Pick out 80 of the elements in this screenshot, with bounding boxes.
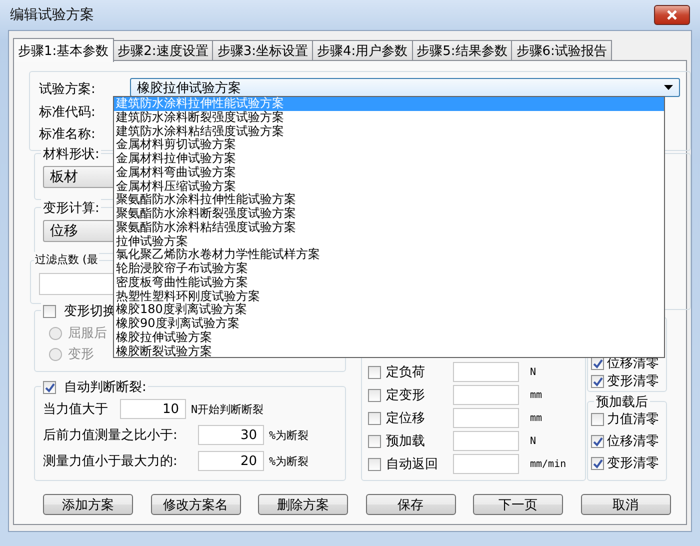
- field-label: 标准名称:: [39, 126, 96, 143]
- action-button[interactable]: 添加方案: [43, 494, 133, 515]
- option-label: 屈服后: [68, 325, 107, 342]
- action-button[interactable]: 修改方案名: [150, 494, 240, 515]
- close-button[interactable]: [654, 5, 690, 25]
- close-icon: [666, 10, 678, 20]
- unit-label: N: [530, 366, 536, 378]
- checkbox[interactable]: [591, 412, 604, 426]
- checkbox[interactable]: [43, 380, 56, 394]
- tab[interactable]: 步骤4:用户参数: [312, 40, 413, 61]
- input-field[interactable]: 20: [198, 451, 264, 471]
- checkbox[interactable]: [368, 458, 381, 470]
- dropdown-item[interactable]: 橡胶90度剥离试验方案: [114, 317, 664, 331]
- option-label: 力值清零: [607, 411, 659, 428]
- group-title: 过滤点数 (最: [34, 252, 99, 267]
- checkbox[interactable]: [368, 388, 381, 402]
- input-field[interactable]: 30: [198, 425, 264, 445]
- option-label: 定变形: [386, 387, 426, 404]
- tab[interactable]: 步骤6:试验报告: [511, 40, 612, 61]
- option-label: 预加载: [386, 433, 426, 450]
- checkbox[interactable]: [591, 374, 604, 388]
- scheme-combobox[interactable]: 橡胶拉伸试验方案: [130, 78, 680, 97]
- checkbox[interactable]: [43, 304, 56, 318]
- dropdown-item[interactable]: 聚氨酯防水涂料拉伸性能试验方案: [114, 193, 664, 207]
- option-label: 变形: [68, 346, 94, 363]
- action-button[interactable]: 下一页: [473, 494, 563, 515]
- dropdown-item[interactable]: 轮胎浸胶帘子布试验方案: [114, 262, 664, 276]
- option-label: 变形清零: [607, 373, 659, 390]
- unit-label: mm: [530, 390, 542, 400]
- field-label: 测量力值小于最大力的:: [43, 453, 178, 470]
- option-label: 定负荷: [386, 364, 426, 381]
- checkbox[interactable]: [368, 412, 381, 424]
- field-label: 标准代码:: [39, 104, 96, 121]
- checkbox[interactable]: [368, 434, 381, 448]
- window-title: 编辑试验方案: [10, 6, 94, 24]
- field-label: 当力值大于: [43, 401, 109, 418]
- dropdown-item[interactable]: 密度板弯曲性能试验方案: [114, 276, 664, 290]
- tab[interactable]: 步骤2:速度设置: [112, 40, 214, 61]
- input-field[interactable]: [453, 385, 519, 405]
- dropdown-item[interactable]: 橡胶180度剥离试验方案: [114, 303, 664, 317]
- dropdown-item[interactable]: 氯化聚乙烯防水卷材力学性能试样方案: [114, 248, 664, 262]
- input-field[interactable]: [453, 408, 519, 428]
- checkbox[interactable]: [591, 434, 604, 448]
- tab[interactable]: 步骤3:坐标设置: [212, 40, 313, 61]
- dropdown-item[interactable]: 热塑性塑料环刚度试验方案: [114, 290, 664, 304]
- action-button[interactable]: 删除方案: [258, 494, 348, 515]
- checkbox[interactable]: [591, 456, 604, 470]
- checkbox[interactable]: [368, 366, 381, 378]
- dropdown-item[interactable]: 聚氨酯防水涂料断裂强度试验方案: [114, 207, 664, 221]
- option-label: 自动返回: [386, 456, 439, 473]
- group-title: 变形计算:: [41, 199, 102, 217]
- dropdown-item[interactable]: 橡胶断裂试验方案: [114, 344, 664, 358]
- field-label: 试验方案:: [39, 81, 96, 98]
- input-field[interactable]: [453, 362, 519, 382]
- tab[interactable]: 步骤5:结果参数: [412, 40, 512, 61]
- action-button[interactable]: 保存: [366, 494, 456, 515]
- dropdown-item[interactable]: 建筑防水涂料粘结强度试验方案: [114, 124, 664, 138]
- unit-label: mm: [530, 412, 542, 424]
- dropdown-item[interactable]: 橡胶拉伸试验方案: [114, 330, 664, 344]
- dropdown-item[interactable]: 建筑防水涂料断裂强度试验方案: [114, 110, 664, 124]
- dropdown-arrow-icon: [664, 85, 673, 90]
- input-field[interactable]: [453, 431, 519, 451]
- option-label: 位移清零: [607, 433, 659, 450]
- input-field[interactable]: [453, 454, 519, 474]
- input-field[interactable]: 10: [120, 399, 186, 419]
- dropdown-item[interactable]: 金属材料剪切试验方案: [114, 138, 664, 152]
- group-title: 自动判断断裂:: [64, 379, 146, 396]
- tab[interactable]: 步骤1:基本参数: [13, 38, 114, 62]
- action-button[interactable]: 取消: [580, 494, 670, 515]
- option-label: 定位移: [386, 410, 426, 427]
- unit-label: N: [530, 436, 536, 446]
- field-label: 后前力值测量之比小于:: [43, 427, 178, 444]
- dropdown-item[interactable]: 金属材料拉伸试验方案: [114, 152, 664, 166]
- group-title: 材料形状:: [41, 145, 102, 163]
- unit-label: mm/min: [530, 458, 566, 470]
- option-label: 变形清零: [607, 455, 659, 472]
- group-title: 预加载后: [594, 393, 650, 411]
- unit-label: %为断裂: [269, 428, 309, 442]
- unit-label: %为断裂: [269, 454, 309, 468]
- unit-label: N开始判断断裂: [191, 402, 264, 416]
